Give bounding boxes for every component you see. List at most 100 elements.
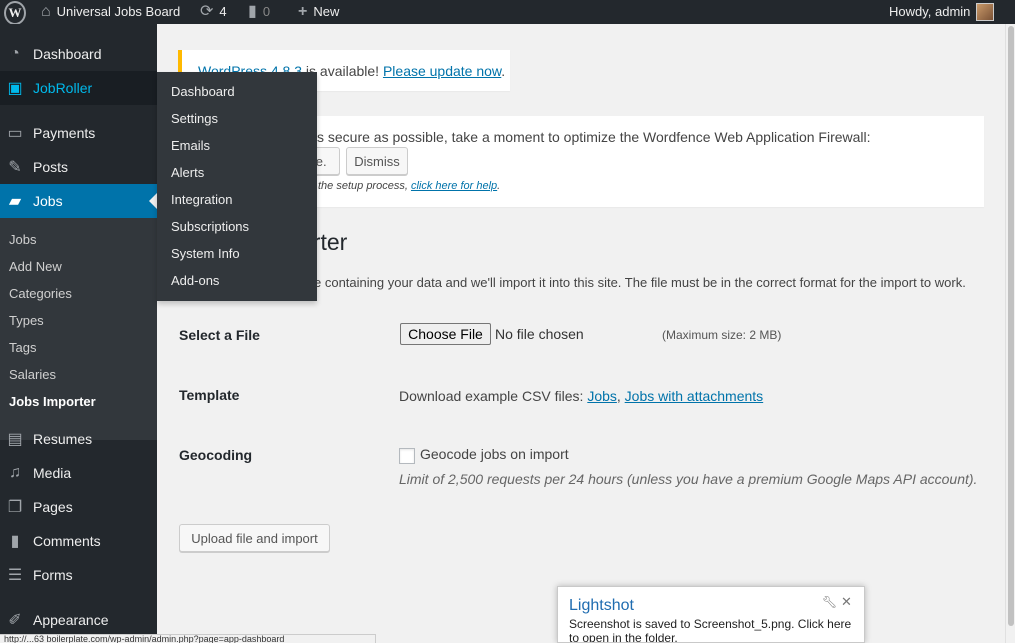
help-end: . [497, 180, 501, 192]
button-label: Upload file and import [191, 530, 318, 546]
menu-label: Payments [33, 125, 96, 141]
menu-appearance[interactable]: ✐ Appearance [0, 603, 157, 637]
menu-media[interactable]: ♫ Media [0, 456, 157, 490]
download-text: Download example CSV files: [399, 388, 588, 404]
plus-icon: + [298, 3, 308, 20]
flyout-settings[interactable]: Settings [171, 111, 218, 126]
jobs-submenu: Jobs Add New Categories Types Tags Salar… [0, 218, 157, 440]
menu-dashboard[interactable]: ◔ Dashboard [0, 37, 157, 71]
menu-posts[interactable]: ✎ Posts [0, 150, 157, 184]
credit-card-icon: ▭ [7, 125, 23, 142]
please-update-link[interactable]: Please update now [383, 63, 501, 79]
menu-resumes[interactable]: ▤ Resumes [0, 422, 157, 456]
help-link[interactable]: click here for help [411, 180, 497, 192]
submenu-salaries[interactable]: Salaries [9, 367, 56, 382]
menu-label: Media [33, 465, 72, 481]
menu-label: Comments [33, 533, 101, 549]
geocode-hint: Limit of 2,500 requests per 24 hours (un… [399, 471, 978, 487]
menu-pages[interactable]: ❐ Pages [0, 490, 157, 524]
flyout-dashboard[interactable]: Dashboard [171, 84, 235, 99]
geocoding-label: Geocoding [179, 447, 253, 463]
download-jobs-link[interactable]: Jobs [587, 388, 617, 404]
lightshot-message[interactable]: Screenshot is saved to Screenshot_5.png.… [569, 617, 859, 642]
submenu-jobs[interactable]: Jobs [9, 232, 36, 247]
browser-status-bar: http://...63 boilerplate.com/wp-admin/ad… [0, 634, 376, 643]
flyout-system-info[interactable]: System Info [171, 246, 240, 261]
refresh-icon: ⟳ [200, 3, 214, 20]
form-icon: ☰ [7, 567, 23, 584]
brush-icon: ✐ [8, 612, 22, 629]
menu-label: Jobs [33, 193, 63, 209]
admin-sidebar: ◔ Dashboard ▣ JobRoller ▭ Payments ✎ Pos… [0, 24, 157, 643]
max-size-text: (Maximum size: 2 MB) [662, 328, 782, 342]
avatar [976, 3, 995, 21]
menu-label: Posts [33, 159, 69, 175]
wordfence-text: s secure as possible, take a moment to o… [317, 129, 871, 145]
menu-label: Dashboard [33, 46, 102, 62]
menu-label: Appearance [33, 612, 109, 628]
geocode-checkbox-label[interactable]: Geocode jobs on import [420, 446, 569, 462]
menu-forms[interactable]: ☰ Forms [0, 558, 157, 592]
update-end: . [501, 63, 506, 79]
site-name-link[interactable]: ⌂ Universal Jobs Board [41, 0, 180, 24]
home-icon: ⌂ [41, 3, 51, 20]
menu-payments[interactable]: ▭ Payments [0, 116, 157, 150]
comment-bubble-icon: ▮ [248, 3, 257, 20]
menu-label: Resumes [33, 431, 93, 447]
wordpress-logo-icon[interactable]: W [4, 1, 26, 25]
pages-icon: ❐ [7, 499, 23, 516]
flyout-integration[interactable]: Integration [171, 192, 232, 207]
wrench-icon[interactable]: 🔧︎ [822, 595, 837, 609]
choose-file-button[interactable]: Choose File [400, 323, 491, 345]
upload-import-button[interactable]: Upload file and import [179, 524, 330, 552]
submenu-categories[interactable]: Categories [9, 286, 72, 301]
updates-link[interactable]: ⟳ 4 [200, 0, 227, 24]
menu-jobs[interactable]: ▰ Jobs [0, 184, 157, 218]
no-file-text: No file chosen [495, 326, 584, 342]
document-icon: ▤ [7, 431, 23, 448]
menu-jobroller[interactable]: ▣ JobRoller [0, 71, 157, 105]
geocode-checkbox[interactable] [399, 448, 415, 464]
comments-link[interactable]: ▮ 0 [248, 0, 270, 24]
button-label: Dismiss [354, 153, 400, 169]
menu-comments[interactable]: ▮ Comments [0, 524, 157, 558]
comments-count: 0 [262, 4, 271, 19]
briefcase-icon: ▣ [7, 80, 23, 97]
download-examples: Download example CSV files: Jobs, Jobs w… [399, 388, 763, 404]
close-icon[interactable]: ✕ [841, 594, 852, 610]
template-label: Template [179, 387, 240, 403]
new-label: New [313, 4, 340, 19]
submenu-add-new[interactable]: Add New [9, 259, 62, 274]
wordfence-dismiss-button[interactable]: Dismiss [346, 147, 408, 175]
menu-label: Forms [33, 567, 73, 583]
lightshot-notification[interactable]: Lightshot 🔧︎ ✕ Screenshot is saved to Sc… [557, 586, 865, 643]
flyout-emails[interactable]: Emails [171, 138, 210, 153]
menu-label: Pages [33, 499, 73, 515]
select-file-label: Select a File [179, 327, 260, 343]
submenu-tags[interactable]: Tags [9, 340, 36, 355]
jobroller-flyout-menu: Dashboard Settings Emails Alerts Integra… [157, 72, 317, 301]
media-icon: ♫ [9, 464, 21, 481]
site-name: Universal Jobs Board [56, 4, 181, 19]
lightshot-title: Lightshot [569, 597, 634, 614]
submenu-types[interactable]: Types [9, 313, 44, 328]
admin-bar: W ⌂ Universal Jobs Board ⟳ 4 ▮ 0 + New H… [0, 0, 1015, 25]
help-prefix: the setup process, [318, 180, 411, 192]
comment-icon: ▮ [10, 533, 20, 550]
flyout-alerts[interactable]: Alerts [171, 165, 204, 180]
download-separator: , [616, 388, 625, 404]
scrollbar-thumb[interactable] [1008, 26, 1014, 626]
wordfence-help: the setup process, click here for help. [318, 180, 500, 192]
submenu-jobs-importer[interactable]: Jobs Importer [9, 394, 96, 409]
my-account-link[interactable]: Howdy, admin [889, 0, 995, 24]
pin-icon: ✎ [8, 159, 22, 176]
download-jobs-attachments-link[interactable]: Jobs with attachments [625, 388, 764, 404]
greeting: Howdy, admin [889, 4, 971, 19]
new-content-link[interactable]: + New [298, 0, 339, 24]
folder-icon: ▰ [8, 193, 22, 210]
flyout-subscriptions[interactable]: Subscriptions [171, 219, 249, 234]
updates-count: 4 [219, 4, 227, 19]
page-scrollbar[interactable] [1005, 24, 1015, 643]
flyout-add-ons[interactable]: Add-ons [171, 273, 219, 288]
menu-label: JobRoller [33, 80, 93, 96]
